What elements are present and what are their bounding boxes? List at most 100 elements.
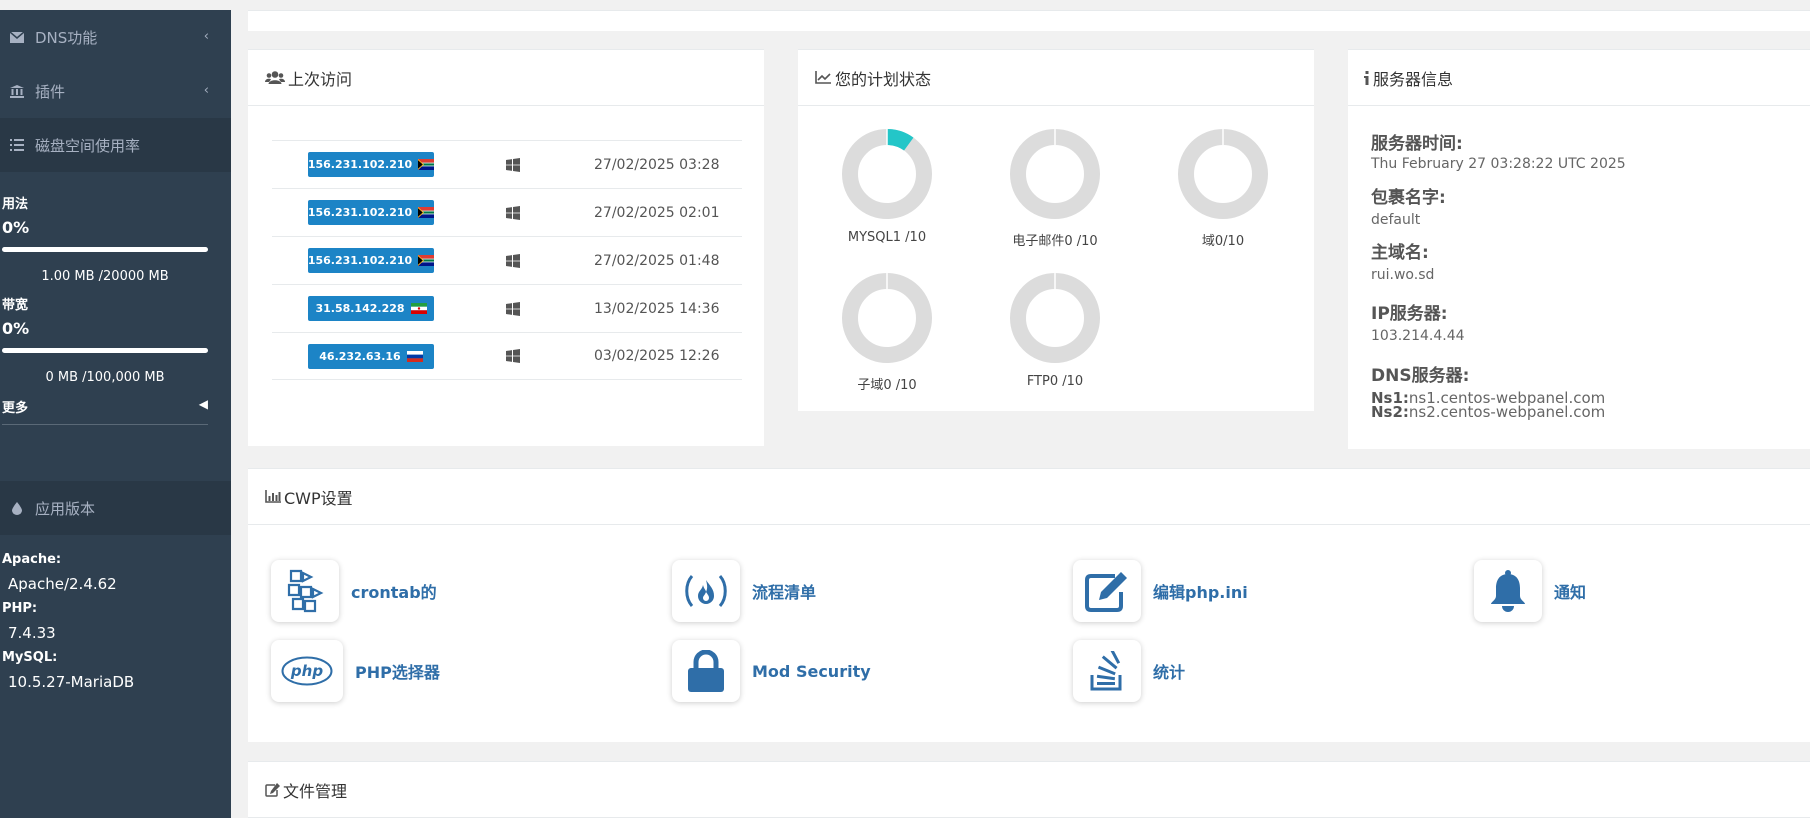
users-icon [265,71,285,84]
bandwidth-value: 0 MB /100,000 MB [45,370,165,385]
tile-label: 通知 [1554,583,1587,602]
notifications-tile-box [1474,560,1542,622]
ip-address: 46.232.63.16 [319,349,401,363]
top-panel-strip [248,10,1810,31]
table-row: 156.231.102.210 27/02/2025 01:48 [272,236,742,284]
donut-track [1010,129,1100,219]
windows-icon [506,349,520,363]
mod-security-tile[interactable]: Mod Security [672,640,871,702]
mod-security-tile-box [672,640,740,702]
caret-left-icon: ◀ [198,397,208,411]
php-selector-tile[interactable]: php PHP选择器 [271,640,440,702]
bandwidth-block: 带宽 0% 0 MB /100,000 MB [0,294,231,385]
sidebar-item-plugins[interactable]: 插件 ‹ [0,64,231,118]
crontab-tile-box [271,560,339,622]
disk-usage-progress [2,247,208,252]
tint-icon [8,501,26,515]
donut-track [842,129,932,219]
cwp-settings-panel: CWP设置 crontab的 流程清单 编辑php.ini 通知 php PHP… [248,468,1810,742]
donut-track [1178,129,1268,219]
ip-badge[interactable]: 156.231.102.210 [308,200,435,225]
mysql-version: 10.5.27-MariaDB [8,673,135,691]
tile-label: 统计 [1153,663,1186,682]
panel-title: CWP设置 [284,488,353,508]
php-icon: php [281,656,333,686]
dns-servers-label: DNS服务器: [1371,366,1470,386]
sidebar-item-label: 磁盘空间使用率 [35,136,141,155]
apache-label: Apache: [2,552,62,567]
ip-badge[interactable]: 46.232.63.16 [308,343,434,369]
tile-label: Mod Security [752,661,871,681]
visit-date: 27/02/2025 01:48 [594,252,720,269]
tile-label: crontab的 [351,583,437,602]
server-time-label: 服务器时间: [1371,134,1463,154]
sidebar-item-disk-usage[interactable]: 磁盘空间使用率 [0,118,231,172]
package-name-value: default [1371,212,1421,228]
bank-icon [8,84,26,98]
plan-status-panel: 您的计划状态 MYSQL1 /10 电子邮件0 /10 域0/10 子域0 /1… [798,49,1314,411]
donut-track [842,273,932,363]
flag-ir-icon [410,303,427,314]
panel-header: CWP设置 [248,469,1810,525]
flag-za-icon [418,255,435,266]
statistics-tile-box [1073,640,1141,702]
mysql-label: MySQL: [2,650,58,665]
windows-icon [506,205,520,220]
donut-email: 电子邮件0 /10 [980,128,1130,249]
sidebar-item-label: DNS功能 [35,28,98,47]
process-list-tile[interactable]: 流程清单 [672,560,816,622]
sidebar-item-label: 应用版本 [35,499,96,518]
notifications-tile[interactable]: 通知 [1474,560,1586,622]
main-domain-label: 主域名: [1371,243,1429,263]
ip-address: 31.58.142.228 [315,302,405,315]
donut-used-arc [886,129,914,151]
visit-date: 03/02/2025 12:26 [594,348,720,364]
more-toggle[interactable]: 更多 ◀ [2,397,208,425]
crontab-tile[interactable]: crontab的 [271,560,437,622]
donut-label: 域0/10 [1201,234,1245,249]
tile-label: 编辑php.ini [1153,583,1248,602]
last-visits-panel: 上次访问 156.231.102.210 27/02/2025 03:28 15… [248,49,764,446]
tile-label: PHP选择器 [355,663,440,682]
bandwidth-progress [2,348,208,353]
edit-php-ini-tile[interactable]: 编辑php.ini [1073,560,1248,622]
server-ip-label: IP服务器: [1371,304,1448,324]
chevron-left-icon: ‹ [203,29,209,44]
donut-label: FTP0 /10 [1026,374,1084,389]
bar-chart-icon [265,490,281,503]
visit-date: 13/02/2025 14:36 [594,300,720,317]
table-row: 156.231.102.210 27/02/2025 02:01 [272,188,742,236]
php-selector-tile-box: php [271,640,343,702]
ip-badge[interactable]: 156.231.102.210 [308,152,435,177]
ip-badge[interactable]: 31.58.142.228 [308,296,434,321]
php-version: 7.4.33 [8,624,56,642]
flag-ru-icon [406,350,423,362]
table-row: 31.58.142.228 13/02/2025 14:36 [272,284,742,332]
windows-icon [506,157,520,172]
ftp-usage-donut [1010,273,1100,363]
ns2-value: ns2.centos-webpanel.com [1408,403,1606,421]
sidebar: DNS功能 ‹ 插件 ‹ 磁盘空间使用率 用法 0% 1.00 MB /2000… [0,10,231,818]
ns2-label: Ns2: [1371,403,1409,421]
edit-icon [1085,572,1127,612]
file-manager-panel: 文件管理 [248,761,1810,818]
windows-icon [506,253,520,268]
process-list-tile-box [672,560,740,622]
email-usage-donut [1010,129,1100,219]
sidebar-item-dns[interactable]: DNS功能 ‹ [0,10,231,64]
statistics-tile[interactable]: 统计 [1073,640,1185,702]
free-code-camp-icon [685,575,727,607]
bell-icon [1491,570,1525,612]
more-label: 更多 [2,401,29,416]
ip-address: 156.231.102.210 [307,254,413,267]
sidebar-item-app-version[interactable]: 应用版本 [0,481,231,535]
envelope-icon [8,31,26,43]
bandwidth-label: 带宽 [2,298,29,313]
panel-header: 服务器信息 [1348,50,1810,106]
donut-label: MYSQL1 /10 [847,230,927,245]
donut-label: 电子邮件0 /10 [1012,234,1098,249]
donut-track [1010,273,1100,363]
panel-header: 上次访问 [248,50,764,106]
ip-badge[interactable]: 156.231.102.210 [307,248,435,273]
mysql-usage-donut [842,129,932,219]
